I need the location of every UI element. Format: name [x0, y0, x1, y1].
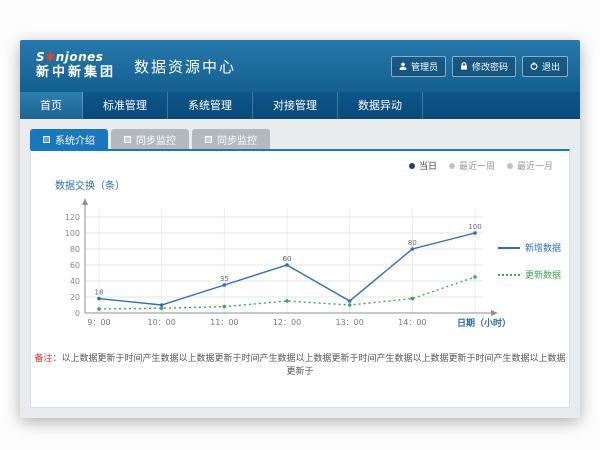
grid-icon: [205, 136, 212, 143]
app-title: 数据资源中心: [134, 56, 236, 77]
logout-label: 退出: [542, 60, 560, 73]
period-filter: 当日 最近一周 最近一月: [409, 159, 553, 172]
power-icon: [530, 62, 538, 70]
svg-text:日期（小时）: 日期（小时）: [457, 317, 511, 329]
svg-text:60: 60: [283, 255, 292, 263]
svg-text:80: 80: [70, 245, 80, 254]
svg-text:35: 35: [220, 275, 229, 283]
filter-label: 最近一月: [517, 159, 553, 172]
svg-text:40: 40: [70, 277, 80, 286]
svg-text:11：00: 11：00: [210, 318, 238, 327]
svg-text:0: 0: [75, 309, 80, 318]
line-chart: 0 20 40 60 80 100 120 9：00 10：00 11：00 12：00 13：00 1…: [45, 195, 515, 347]
legend-label: 新增数据: [525, 241, 561, 254]
tab-label: 系统介绍: [55, 132, 95, 147]
legend-new-data[interactable]: 新增数据: [498, 241, 561, 254]
brand-logo: S✱njones 新中新集团: [36, 51, 116, 80]
svg-text:12：00: 12：00: [273, 318, 301, 327]
footnote: 备注：以上数据更新于时间产生数据以上数据更新于时间产生数据以上数据更新于时间产生…: [31, 351, 569, 377]
series-legend: 新增数据 更新数据: [498, 241, 561, 281]
svg-text:100: 100: [65, 229, 80, 238]
tab-system-intro[interactable]: 系统介绍: [30, 129, 108, 149]
filter-today[interactable]: 当日: [409, 159, 437, 172]
chart-y-axis-title: 数据交换（条）: [55, 177, 125, 192]
user-actions: 管理员 修改密码 退出: [391, 40, 568, 92]
svg-text:13：00: 13：00: [335, 318, 363, 327]
svg-text:80: 80: [408, 239, 417, 247]
svg-text:10：00: 10：00: [147, 318, 175, 327]
dot-icon: [409, 163, 415, 169]
solid-line-icon: [498, 247, 520, 249]
footnote-prefix: 备注：: [34, 354, 61, 364]
tab-bar: 系统介绍 同步监控 同步监控: [30, 129, 570, 149]
lock-icon: [460, 62, 468, 70]
change-password-button[interactable]: 修改密码: [452, 56, 516, 77]
app-window: S✱njones 新中新集团 数据资源中心 管理员 修改密码 退出 首页 标准管…: [20, 40, 580, 418]
logo-part2: njones: [56, 50, 104, 64]
nav-item-system-mgmt[interactable]: 系统管理: [168, 92, 253, 119]
svg-text:20: 20: [70, 293, 80, 302]
svg-text:14：00: 14：00: [398, 318, 426, 327]
svg-text:18: 18: [95, 289, 104, 297]
admin-user-button[interactable]: 管理员: [391, 56, 446, 77]
nav-item-standard-mgmt[interactable]: 标准管理: [83, 92, 168, 119]
tab-sync-monitor-1[interactable]: 同步监控: [111, 129, 189, 149]
logo-company-name: 新中新集团: [36, 66, 116, 80]
dot-icon: [507, 163, 513, 169]
header: S✱njones 新中新集团 数据资源中心 管理员 修改密码 退出: [20, 40, 580, 92]
dotted-line-icon: [498, 274, 520, 276]
nav-item-data-change[interactable]: 数据异动: [338, 92, 423, 119]
dot-icon: [449, 163, 455, 169]
chart-panel: 当日 最近一周 最近一月 数据交换（条） 0 20 40 60 80 100 120 9：00…: [30, 149, 570, 408]
logo-part1: S: [36, 50, 45, 64]
tab-label: 同步监控: [217, 132, 257, 147]
svg-text:120: 120: [65, 213, 80, 222]
main-nav: 首页 标准管理 系统管理 对接管理 数据异动: [20, 92, 580, 119]
filter-label: 最近一周: [459, 159, 495, 172]
grid-icon: [43, 136, 50, 143]
logo-text: S✱njones: [36, 51, 116, 64]
nav-item-interface-mgmt[interactable]: 对接管理: [253, 92, 338, 119]
legend-updated-data[interactable]: 更新数据: [498, 268, 561, 281]
logout-button[interactable]: 退出: [522, 56, 568, 77]
nav-item-home[interactable]: 首页: [20, 92, 83, 119]
admin-user-label: 管理员: [411, 60, 438, 73]
svg-text:100: 100: [468, 223, 481, 231]
footnote-text: 以上数据更新于时间产生数据以上数据更新于时间产生数据以上数据更新于时间产生数据以…: [62, 354, 566, 377]
tab-label: 同步监控: [136, 132, 176, 147]
filter-last-month[interactable]: 最近一月: [507, 159, 553, 172]
grid-icon: [124, 136, 131, 143]
logo-star-icon: ✱: [45, 50, 56, 64]
legend-label: 更新数据: [525, 268, 561, 281]
tab-sync-monitor-2[interactable]: 同步监控: [192, 129, 270, 149]
content-area: 系统介绍 同步监控 同步监控 当日 最近一周: [20, 119, 580, 418]
user-icon: [399, 62, 407, 70]
filter-label: 当日: [419, 159, 437, 172]
svg-text:9：00: 9：00: [87, 318, 110, 327]
svg-text:60: 60: [70, 261, 80, 270]
filter-last-week[interactable]: 最近一周: [449, 159, 495, 172]
change-password-label: 修改密码: [472, 60, 508, 73]
